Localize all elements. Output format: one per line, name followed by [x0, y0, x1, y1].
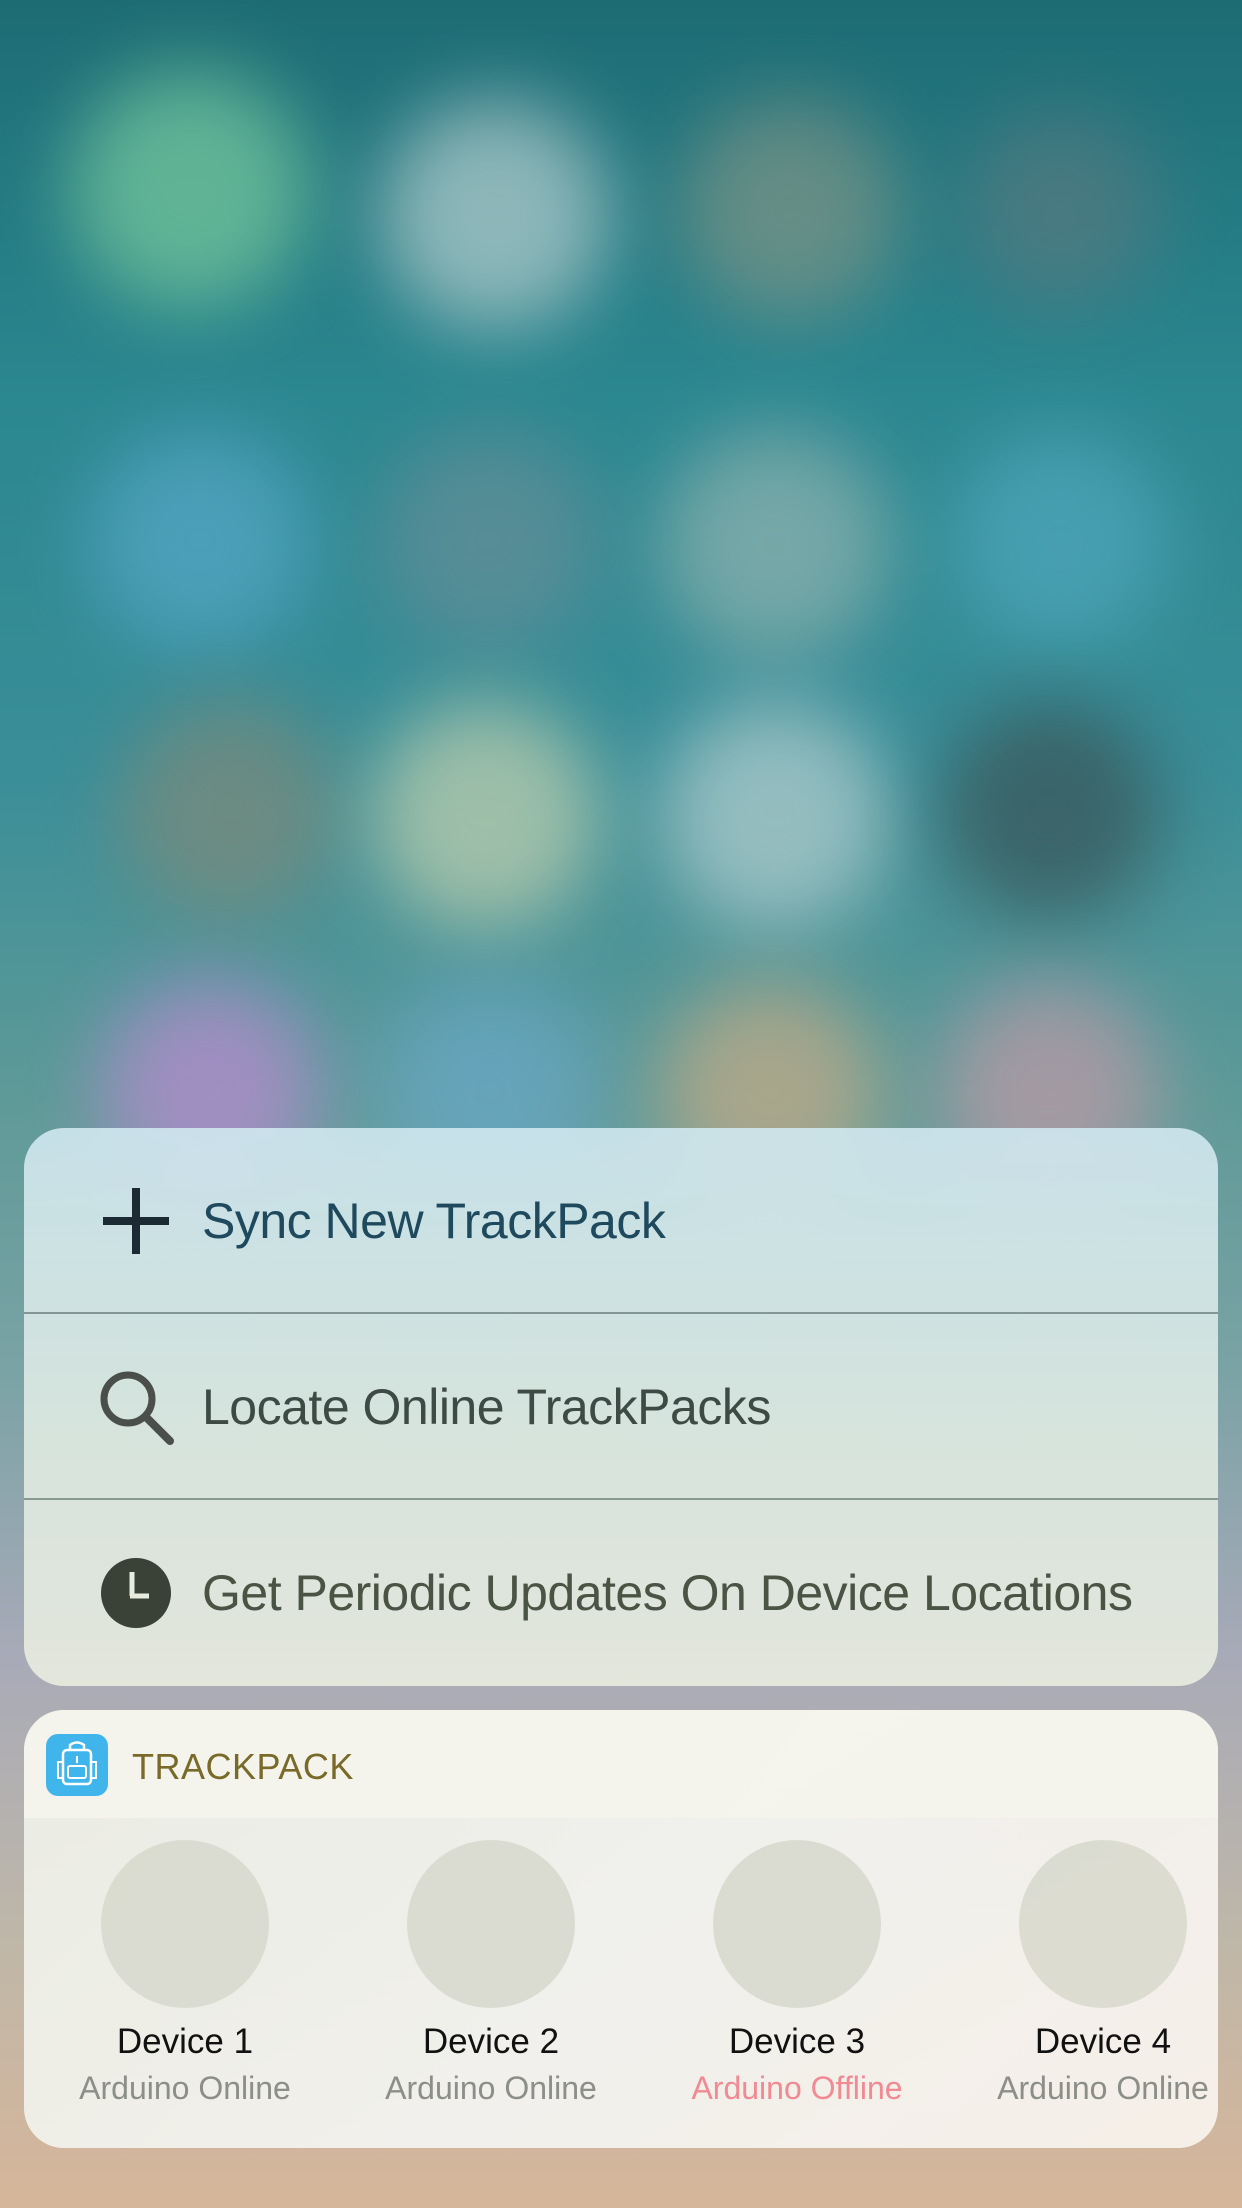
device-avatar	[407, 1840, 575, 2008]
device-avatar	[101, 1840, 269, 2008]
locate-online-trackpacks-action[interactable]: Locate Online TrackPacks	[24, 1314, 1218, 1499]
device-status: Arduino Online	[79, 2070, 291, 2106]
periodic-updates-action[interactable]: Get Periodic Updates On Device Locations	[24, 1500, 1218, 1685]
sync-new-trackpack-label: Sync New TrackPack	[202, 1192, 666, 1249]
widget-app-name: TRACKPACK	[132, 1746, 354, 1787]
device-avatar	[713, 1840, 881, 2008]
device-avatar	[1019, 1840, 1187, 2008]
sync-new-trackpack-action[interactable]: Sync New TrackPack	[24, 1128, 1218, 1313]
clock-icon	[76, 1533, 196, 1653]
device-item[interactable]: Device 4 Arduino Online	[973, 1840, 1218, 2107]
device-name: Device 3	[728, 2022, 866, 2061]
device-item[interactable]: Device 2 Arduino Online	[361, 1840, 621, 2107]
quick-actions-menu: Sync New TrackPack Locate Online TrackPa…	[24, 1128, 1218, 1686]
device-item[interactable]: Device 1 Arduino Online	[55, 1840, 315, 2107]
device-status: Arduino Online	[385, 2070, 597, 2106]
widget-header: TRACKPACK	[24, 1710, 1218, 1818]
search-icon	[76, 1347, 196, 1467]
device-name: Device 2	[422, 2022, 560, 2061]
device-name: Device 1	[116, 2022, 254, 2061]
device-status: Arduino Offline	[691, 2070, 903, 2106]
device-name: Device 4	[1034, 2022, 1172, 2061]
device-status: Arduino Online	[997, 2070, 1209, 2106]
device-item[interactable]: Device 3 Arduino Offline	[667, 1840, 927, 2107]
locate-online-trackpacks-label: Locate Online TrackPacks	[202, 1378, 771, 1435]
periodic-updates-label: Get Periodic Updates On Device Locations	[202, 1564, 1133, 1621]
plus-icon	[76, 1161, 196, 1281]
backpack-icon	[46, 1734, 108, 1796]
trackpack-widget[interactable]: TRACKPACK Device 1 Arduino Online Device…	[24, 1710, 1218, 2148]
